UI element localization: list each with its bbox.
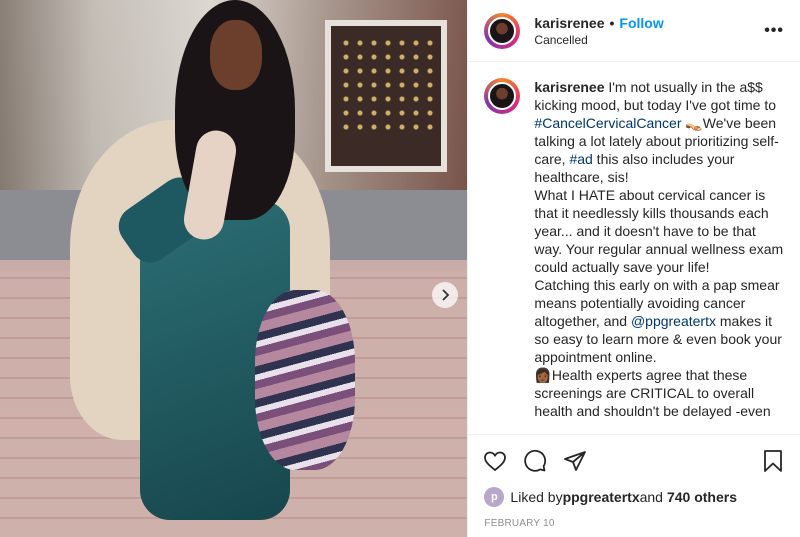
action-bar [468, 434, 800, 486]
avatar[interactable] [484, 12, 521, 49]
comment-icon [524, 449, 547, 472]
photo-woman-figure [70, 0, 380, 537]
save-button[interactable] [760, 448, 786, 474]
liker-username[interactable]: ppgreatertx [563, 489, 640, 505]
share-icon [564, 450, 587, 471]
more-options-button[interactable]: ••• [764, 22, 784, 40]
hashtag-link[interactable]: #ad [569, 151, 592, 167]
liker-avatar[interactable]: p [484, 487, 505, 507]
comment-button[interactable] [522, 448, 548, 474]
carousel-next-button[interactable] [432, 282, 458, 308]
bookmark-icon [764, 449, 782, 472]
likes-prefix: Liked by [510, 489, 563, 505]
like-button[interactable] [482, 448, 508, 474]
share-button[interactable] [562, 448, 588, 474]
mention-link[interactable]: @ppgreatertx [631, 313, 716, 329]
heart-icon [484, 451, 507, 471]
post-header: karisrenee • Follow Cancelled ••• [468, 0, 800, 62]
likes-middle: and [639, 489, 663, 505]
caption-username[interactable]: karisrenee [534, 79, 604, 95]
chevron-right-icon [442, 289, 450, 301]
caption-text: karisrenee I'm not usually in the a$$ ki… [534, 78, 784, 434]
hashtag-link[interactable]: #CancelCervicalCancer [534, 115, 681, 131]
header-separator: • [609, 14, 615, 31]
likes-summary: p Liked by ppgreatertx and 740 others [468, 486, 800, 508]
post-side-panel: karisrenee • Follow Cancelled ••• karisr… [467, 0, 800, 537]
likes-count[interactable]: 740 others [667, 489, 737, 505]
more-icon: ••• [764, 21, 784, 39]
follow-button[interactable]: Follow [619, 15, 663, 31]
instagram-post: karisrenee • Follow Cancelled ••• karisr… [0, 0, 800, 537]
header-username[interactable]: karisrenee [534, 15, 604, 31]
post-photo[interactable] [0, 0, 468, 537]
caption-text-part: this also includes your healthcare, sis!… [534, 151, 784, 329]
header-subtitle: Cancelled [534, 32, 588, 47]
caption-area: karisrenee I'm not usually in the a$$ ki… [468, 62, 800, 434]
post-date[interactable]: FEBRUARY 10 [468, 508, 800, 537]
caption-avatar[interactable] [484, 78, 521, 114]
